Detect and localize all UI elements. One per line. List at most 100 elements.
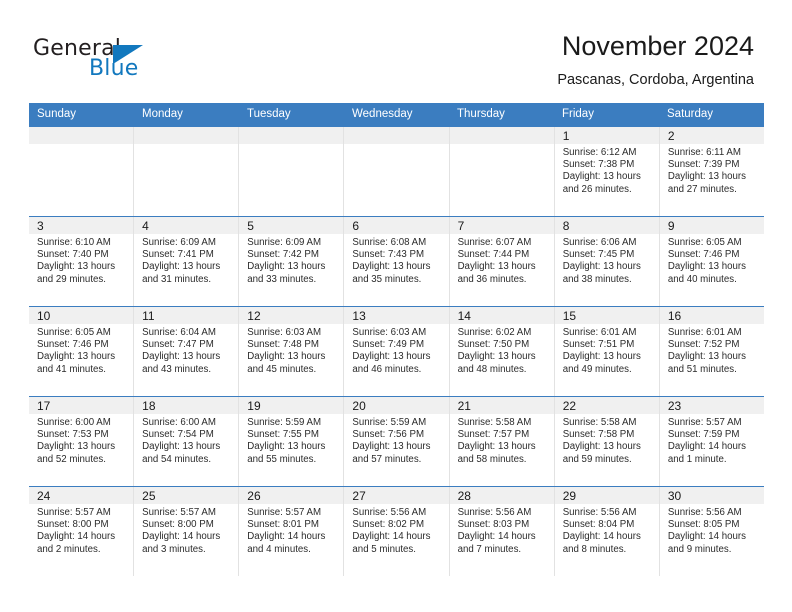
sunrise-text: Sunrise: 5:56 AM — [457, 507, 532, 518]
daylight-text: Daylight: 13 hours and 40 minutes. — [667, 261, 746, 285]
day-cell[interactable]: 28 Sunrise: 5:56 AM Sunset: 8:03 PM Dayligh… — [449, 487, 555, 576]
day-cell[interactable]: 4 Sunrise: 6:09 AM Sunset: 7:41 PM Daylight… — [134, 217, 240, 306]
day-cell[interactable]: 5 Sunrise: 6:09 AM Sunset: 7:42 PM Daylight… — [239, 217, 345, 306]
sunrise-text: Sunrise: 5:59 AM — [247, 417, 322, 428]
day-number-band: 18 — [134, 397, 239, 414]
day-number: 14 — [457, 309, 471, 323]
day-cell[interactable]: 30 Sunrise: 5:56 AM Sunset: 8:05 PM Dayligh… — [659, 487, 764, 576]
day-sun-info: Sunrise: 6:06 AM Sunset: 7:45 PM Daylight:… — [555, 234, 659, 286]
day-cell[interactable]: 12 Sunrise: 6:03 AM Sunset: 7:48 PM Dayligh… — [239, 307, 345, 396]
day-sun-info: Sunrise: 6:12 AM Sunset: 7:38 PM Daylight:… — [555, 144, 659, 196]
day-sun-info: Sunrise: 5:57 AM Sunset: 8:00 PM Daylight:… — [29, 504, 133, 556]
day-number: 11 — [142, 309, 155, 323]
day-cell[interactable]: 13 Sunrise: 6:03 AM Sunset: 7:49 PM Dayligh… — [344, 307, 450, 396]
day-cell[interactable]: 18 Sunrise: 6:00 AM Sunset: 7:54 PM Dayligh… — [134, 397, 240, 486]
sunset-text: Sunset: 7:55 PM — [247, 429, 319, 441]
day-cell[interactable]: 22 Sunrise: 5:58 AM Sunset: 7:58 PM Dayligh… — [554, 397, 660, 486]
day-cell[interactable]: 6 Sunrise: 6:08 AM Sunset: 7:43 PM Daylight… — [344, 217, 450, 306]
sunrise-text: Sunrise: 6:02 AM — [457, 327, 532, 338]
week-row: 1 Sunrise: 6:12 AM Sunset: 7:38 PM Daylight… — [29, 126, 764, 216]
daylight-text: Daylight: 13 hours and 49 minutes. — [562, 351, 641, 375]
calendar-page: General Blue November 2024 Pascanas, Cor… — [0, 0, 792, 612]
day-number: 30 — [667, 489, 682, 503]
daylight-text: Daylight: 14 hours and 2 minutes. — [37, 531, 116, 555]
weekday-header-wednesday: Wednesday — [352, 108, 413, 120]
day-number-band — [29, 127, 134, 144]
sunrise-text: Sunrise: 6:00 AM — [142, 417, 216, 428]
sunset-text: Sunset: 7:57 PM — [457, 429, 530, 441]
sunrise-text: Sunrise: 5:57 AM — [667, 417, 742, 428]
day-sun-info: Sunrise: 6:08 AM Sunset: 7:43 PM Daylight:… — [344, 234, 448, 286]
day-cell[interactable]: 7 Sunrise: 6:07 AM Sunset: 7:44 PM Daylight… — [449, 217, 555, 306]
day-sun-info: Sunrise: 5:59 AM Sunset: 7:56 PM Daylight:… — [344, 414, 448, 466]
day-cell-empty — [29, 127, 135, 216]
day-number-band: 6 — [344, 217, 449, 234]
day-sun-info: Sunrise: 6:05 AM Sunset: 7:46 PM Daylight:… — [660, 234, 764, 286]
day-sun-info: Sunrise: 5:56 AM Sunset: 8:03 PM Daylight:… — [450, 504, 554, 556]
day-cell[interactable]: 27 Sunrise: 5:56 AM Sunset: 8:02 PM Dayligh… — [344, 487, 450, 576]
day-number-band: 10 — [29, 307, 134, 324]
daylight-text: Daylight: 13 hours and 48 minutes. — [457, 351, 536, 375]
day-cell[interactable]: 21 Sunrise: 5:58 AM Sunset: 7:57 PM Dayligh… — [449, 397, 555, 486]
day-cell[interactable]: 2 Sunrise: 6:11 AM Sunset: 7:39 PM Daylight… — [659, 127, 764, 216]
day-cell[interactable]: 1 Sunrise: 6:12 AM Sunset: 7:38 PM Daylight… — [554, 127, 660, 216]
day-number: 20 — [352, 399, 366, 413]
day-sun-info: Sunrise: 6:00 AM Sunset: 7:54 PM Daylight:… — [134, 414, 238, 466]
day-number-band: 9 — [659, 217, 764, 234]
day-cell[interactable]: 24 Sunrise: 5:57 AM Sunset: 8:00 PM Dayligh… — [29, 487, 135, 576]
title-block: November 2024 Pascanas, Cordoba, Argenti… — [557, 30, 754, 90]
daylight-text: Daylight: 14 hours and 8 minutes. — [562, 531, 641, 555]
daylight-text: Daylight: 13 hours and 59 minutes. — [562, 441, 641, 465]
day-sun-info: Sunrise: 6:09 AM Sunset: 7:42 PM Daylight:… — [239, 234, 343, 286]
day-number-band: 13 — [344, 307, 449, 324]
day-sun-info: Sunrise: 6:01 AM Sunset: 7:52 PM Daylight:… — [660, 324, 764, 376]
day-sun-info: Sunrise: 6:09 AM Sunset: 7:41 PM Daylight:… — [134, 234, 238, 286]
day-sun-info: Sunrise: 6:03 AM Sunset: 7:49 PM Daylight:… — [344, 324, 448, 376]
day-cell[interactable]: 15 Sunrise: 6:01 AM Sunset: 7:51 PM Dayligh… — [554, 307, 660, 396]
sunrise-text: Sunrise: 6:03 AM — [247, 327, 322, 338]
sunrise-text: Sunrise: 5:56 AM — [562, 507, 637, 518]
day-cell[interactable]: 10 Sunrise: 6:05 AM Sunset: 7:46 PM Dayligh… — [29, 307, 135, 396]
sunrise-text: Sunrise: 6:01 AM — [562, 327, 637, 338]
weekday-header-monday: Monday — [142, 108, 183, 120]
day-number-band: 2 — [659, 127, 764, 144]
daylight-text: Daylight: 14 hours and 7 minutes. — [457, 531, 536, 555]
day-cell[interactable]: 25 Sunrise: 5:57 AM Sunset: 8:00 PM Dayligh… — [134, 487, 240, 576]
sunrise-text: Sunrise: 5:56 AM — [667, 507, 742, 518]
day-cell[interactable]: 26 Sunrise: 5:57 AM Sunset: 8:01 PM Dayligh… — [239, 487, 345, 576]
daylight-text: Daylight: 14 hours and 3 minutes. — [142, 531, 221, 555]
day-cell[interactable]: 11 Sunrise: 6:04 AM Sunset: 7:47 PM Dayligh… — [134, 307, 240, 396]
day-number: 16 — [667, 309, 682, 323]
day-number-band — [344, 127, 449, 144]
sunset-text: Sunset: 7:39 PM — [667, 159, 740, 171]
day-sun-info: Sunrise: 6:03 AM Sunset: 7:48 PM Daylight:… — [239, 324, 343, 376]
day-cell[interactable]: 20 Sunrise: 5:59 AM Sunset: 7:56 PM Dayligh… — [344, 397, 450, 486]
day-number-band: 28 — [449, 487, 554, 504]
day-number-band: 23 — [659, 397, 764, 414]
day-cell[interactable]: 9 Sunrise: 6:05 AM Sunset: 7:46 PM Daylight… — [659, 217, 764, 306]
day-sun-info: Sunrise: 6:01 AM Sunset: 7:51 PM Daylight:… — [555, 324, 659, 376]
day-number: 23 — [667, 399, 682, 413]
daylight-text: Daylight: 14 hours and 9 minutes. — [667, 531, 746, 555]
day-cell[interactable]: 8 Sunrise: 6:06 AM Sunset: 7:45 PM Daylight… — [554, 217, 660, 306]
day-cell[interactable]: 16 Sunrise: 6:01 AM Sunset: 7:52 PM Dayligh… — [659, 307, 764, 396]
daylight-text: Daylight: 13 hours and 33 minutes. — [247, 261, 326, 285]
day-cell[interactable]: 19 Sunrise: 5:59 AM Sunset: 7:55 PM Dayligh… — [239, 397, 345, 486]
day-number-band: 16 — [659, 307, 764, 324]
day-cell[interactable]: 17 Sunrise: 6:00 AM Sunset: 7:53 PM Dayligh… — [29, 397, 135, 486]
sunrise-text: Sunrise: 6:06 AM — [562, 237, 637, 248]
sunset-text: Sunset: 7:52 PM — [667, 339, 740, 351]
day-number: 17 — [37, 399, 51, 413]
day-cell[interactable]: 29 Sunrise: 5:56 AM Sunset: 8:04 PM Dayligh… — [554, 487, 660, 576]
day-number: 12 — [247, 309, 261, 323]
general-blue-logo[interactable]: General Blue — [33, 36, 213, 86]
day-cell[interactable]: 14 Sunrise: 6:02 AM Sunset: 7:50 PM Dayligh… — [449, 307, 555, 396]
sunset-text: Sunset: 8:05 PM — [667, 519, 740, 531]
sunset-text: Sunset: 7:43 PM — [352, 249, 425, 261]
day-number-band: 7 — [449, 217, 554, 234]
day-cell[interactable]: 3 Sunrise: 6:10 AM Sunset: 7:40 PM Daylight… — [29, 217, 135, 306]
daylight-text: Daylight: 13 hours and 36 minutes. — [457, 261, 536, 285]
sunset-text: Sunset: 7:51 PM — [562, 339, 635, 351]
day-number: 27 — [352, 489, 366, 503]
day-cell[interactable]: 23 Sunrise: 5:57 AM Sunset: 7:59 PM Dayligh… — [659, 397, 764, 486]
